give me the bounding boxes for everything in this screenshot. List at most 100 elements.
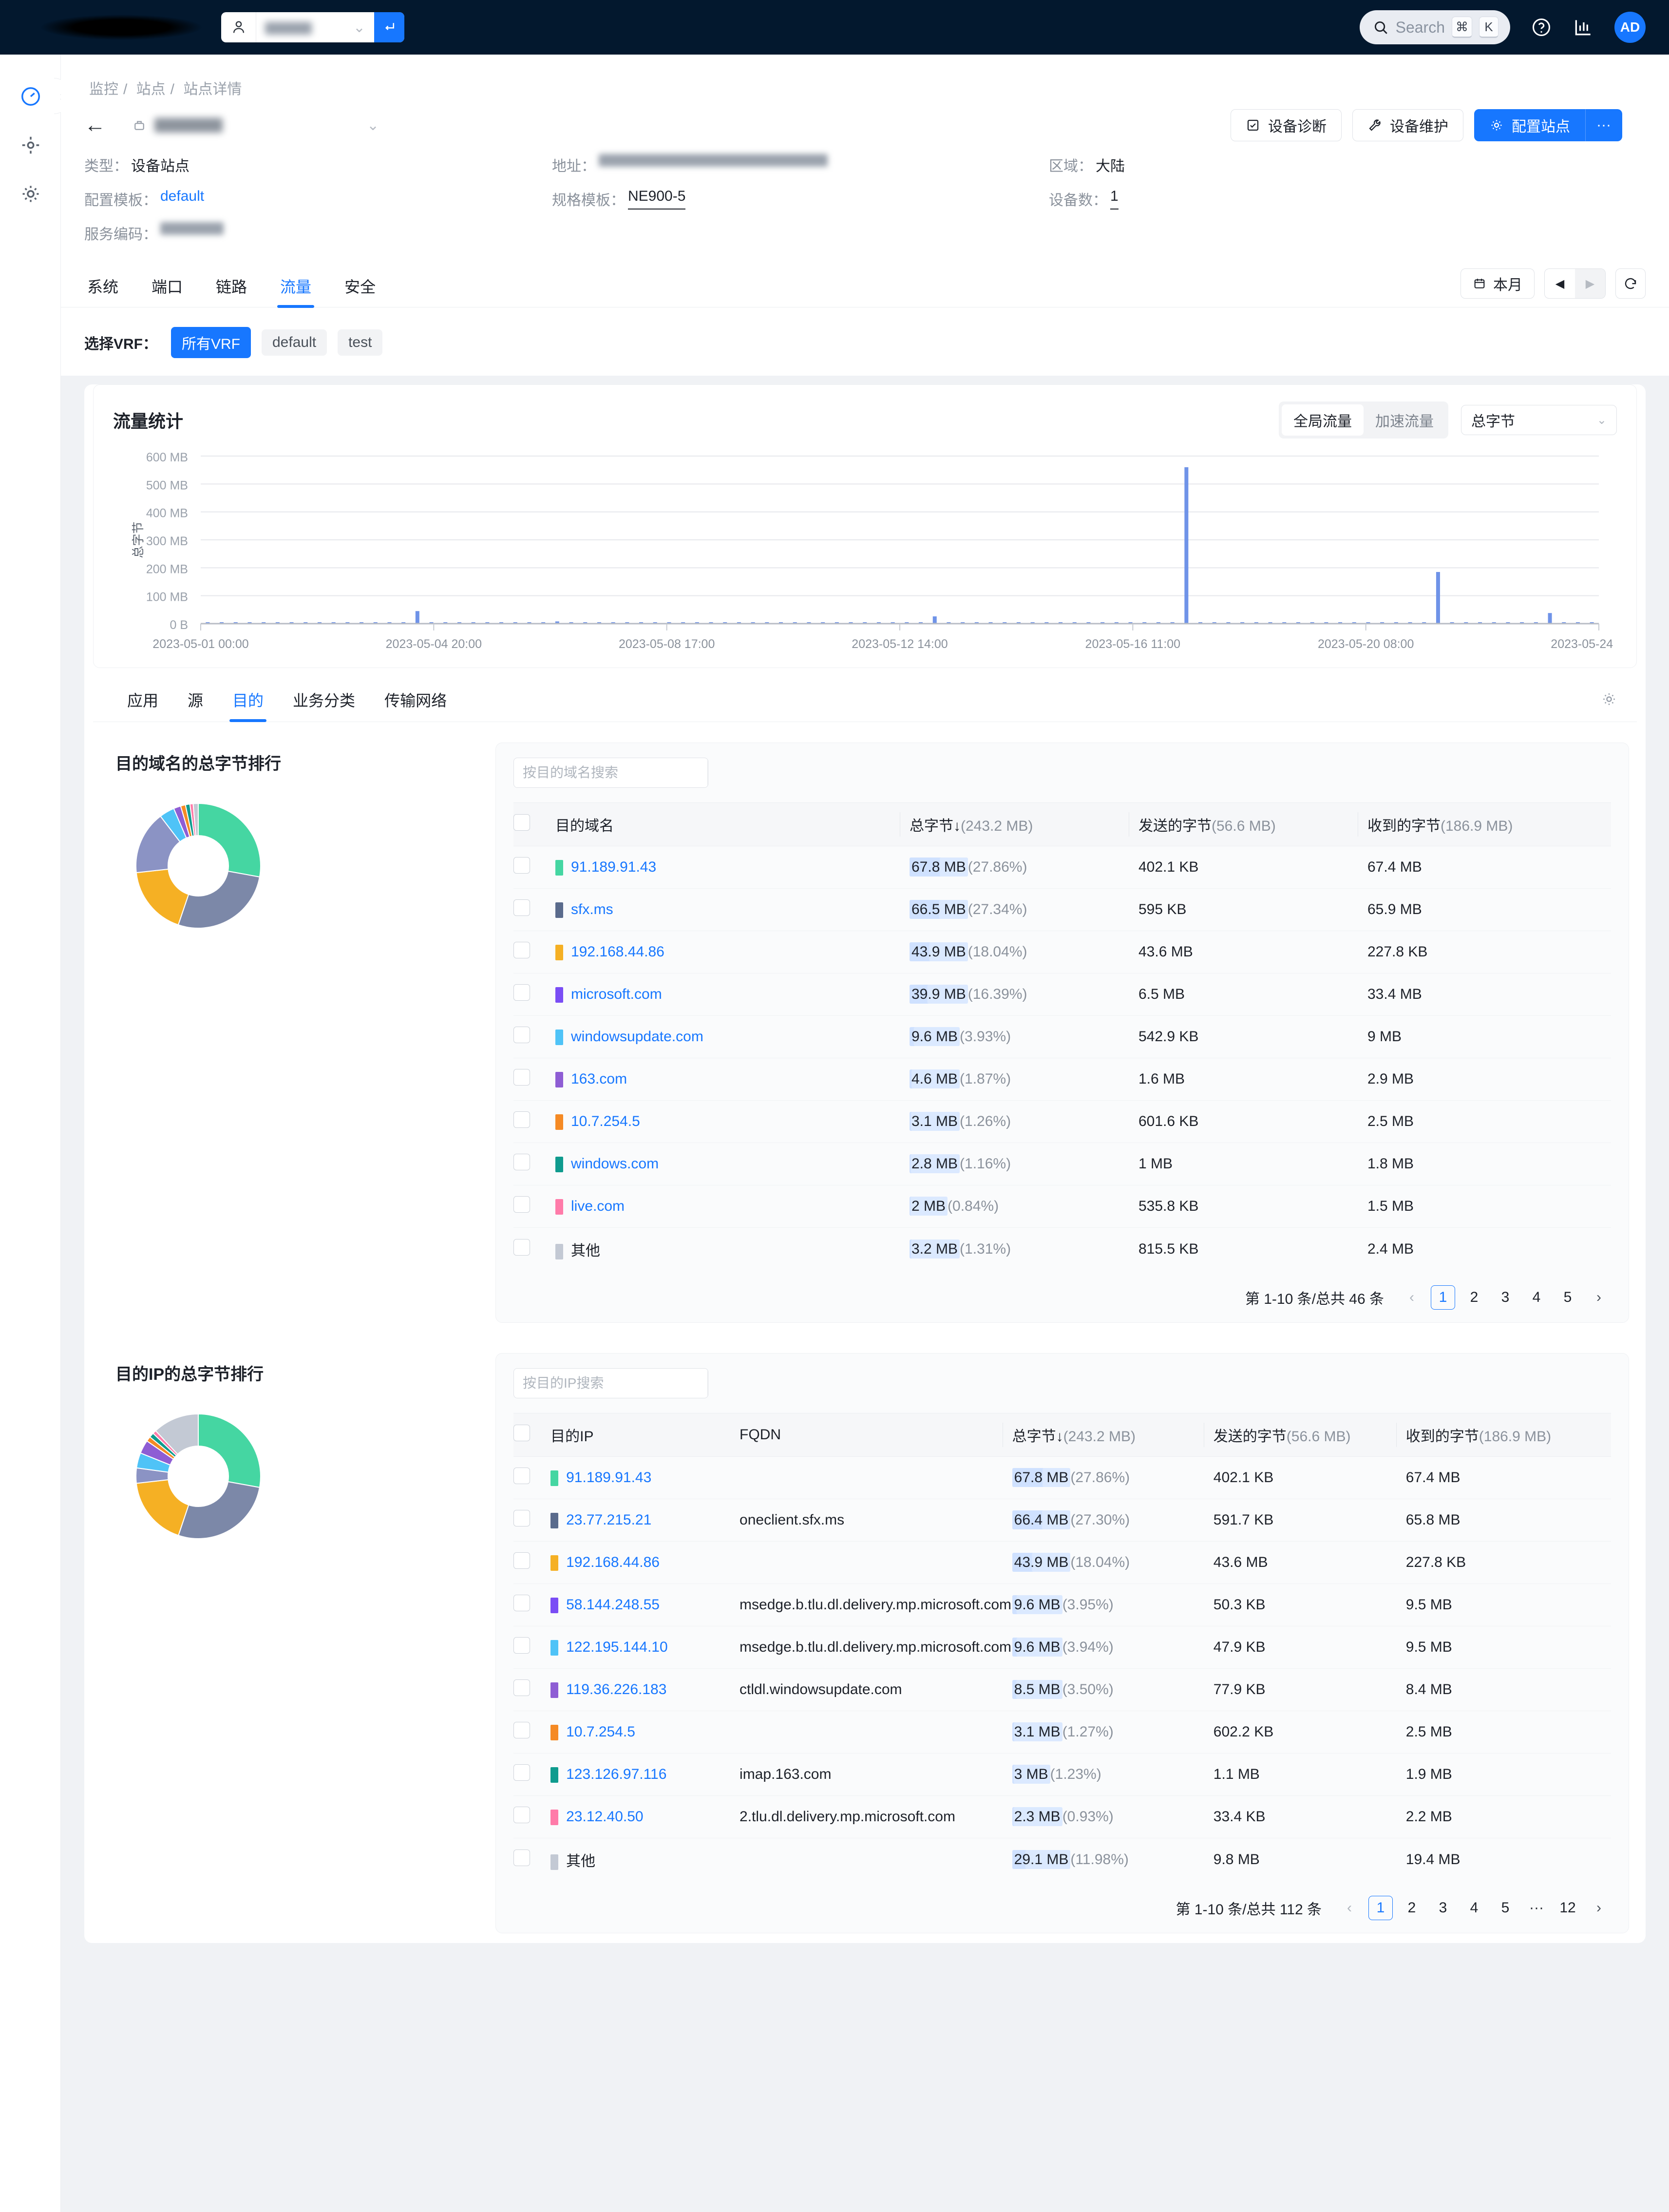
row-name[interactable]: 192.168.44.86 [571, 944, 664, 960]
tenant-selector[interactable]: ⌄ [221, 12, 404, 42]
th-ip-total[interactable]: 总字节↓(243.2 MB) [1002, 1413, 1214, 1457]
configure-site-button[interactable]: 配置站点 [1474, 109, 1586, 141]
row-checkbox[interactable] [513, 1239, 530, 1256]
page-button[interactable]: 2 [1462, 1285, 1486, 1310]
scope-accelerated[interactable]: 加速流量 [1364, 404, 1445, 436]
table-row[interactable]: 58.144.248.55 msedge.b.tlu.dl.delivery.mp… [513, 1583, 1611, 1626]
refresh-button[interactable] [1615, 268, 1646, 299]
domain-search-input[interactable] [514, 758, 707, 787]
table-row[interactable]: 91.189.91.43 67.8 MB (27.86%) 402.1 KB 67.4 … [513, 1456, 1611, 1499]
th-domain-sent[interactable]: 发送的字节(56.6 MB) [1129, 802, 1367, 846]
page-button[interactable]: 4 [1462, 1896, 1486, 1920]
domain-search-button[interactable] [707, 758, 708, 787]
page-button[interactable]: 4 [1524, 1285, 1549, 1310]
next-period-button[interactable]: ▶ [1575, 269, 1605, 298]
more-actions-button[interactable]: ··· [1585, 109, 1622, 141]
table-row[interactable]: 10.7.254.5 3.1 MB (1.26%) 601.6 KB 2.5 MB [513, 1100, 1611, 1143]
th-fqdn[interactable]: FQDN [740, 1413, 1012, 1457]
page-button[interactable]: 12 [1555, 1896, 1580, 1920]
row-name[interactable]: windows.com [571, 1156, 659, 1172]
select-all-checkbox[interactable] [513, 814, 530, 831]
prev-period-button[interactable]: ◀ [1545, 269, 1575, 298]
row-checkbox[interactable] [513, 942, 530, 958]
timerange-button[interactable]: 本月 [1460, 268, 1535, 299]
breadcrumb-item-0[interactable]: 监控 [89, 81, 118, 97]
page-button[interactable]: 1 [1431, 1285, 1455, 1310]
domain-next-page[interactable]: › [1587, 1285, 1611, 1310]
tab-security[interactable]: 安全 [328, 266, 392, 307]
domain-search[interactable] [513, 758, 708, 788]
breadcrumb-item-1[interactable]: 站点 [136, 81, 166, 97]
row-name[interactable]: 23.12.40.50 [566, 1809, 643, 1825]
row-checkbox[interactable] [513, 1468, 530, 1484]
subtab-application[interactable]: 应用 [113, 681, 173, 722]
table-row[interactable]: 123.126.97.116 imap.163.com 3 MB (1.23%) 1.1… [513, 1753, 1611, 1796]
table-row[interactable]: sfx.ms 66.5 MB (27.34%) 595 KB 65.9 MB [513, 888, 1611, 931]
page-button[interactable]: 3 [1431, 1896, 1455, 1920]
table-row[interactable]: 23.12.40.50 2.tlu.dl.delivery.mp.microsof… [513, 1795, 1611, 1838]
domain-prev-page[interactable]: ‹ [1400, 1285, 1424, 1310]
ip-next-page[interactable]: › [1587, 1896, 1611, 1920]
row-checkbox[interactable] [513, 1111, 530, 1128]
vrf-option-test[interactable]: test [338, 329, 383, 356]
site-selector[interactable]: ⌄ [132, 117, 379, 134]
page-button[interactable]: ··· [1524, 1896, 1549, 1920]
th-ip[interactable]: 目的IP [550, 1413, 740, 1457]
vrf-option-all[interactable]: 所有VRF [171, 327, 251, 358]
row-name[interactable]: windowsupdate.com [571, 1029, 703, 1045]
th-domain-total[interactable]: 总字节↓(243.2 MB) [900, 802, 1138, 846]
page-button[interactable]: 3 [1493, 1285, 1517, 1310]
subtab-transport[interactable]: 传输网络 [370, 681, 461, 722]
table-row[interactable]: 10.7.254.5 3.1 MB (1.27%) 602.2 KB 2.5 MB [513, 1711, 1611, 1754]
table-settings-button[interactable] [1601, 691, 1617, 712]
row-checkbox[interactable] [513, 1764, 530, 1781]
row-checkbox[interactable] [513, 984, 530, 1001]
th-domain[interactable]: 目的域名 [555, 802, 910, 846]
metric-select[interactable]: 总字节 ⌄ [1461, 405, 1617, 435]
ip-search-input[interactable] [514, 1369, 707, 1398]
table-row[interactable]: microsoft.com 39.9 MB (16.39%) 6.5 MB 33.4 M… [513, 973, 1611, 1016]
row-name[interactable]: 23.77.215.21 [566, 1512, 651, 1528]
table-row[interactable]: 122.195.144.10 msedge.b.tlu.dl.delivery.m… [513, 1626, 1611, 1669]
th-ip-recv[interactable]: 收到的字节(186.9 MB) [1396, 1413, 1611, 1457]
row-checkbox[interactable] [513, 899, 530, 916]
row-name[interactable]: 91.189.91.43 [571, 859, 656, 875]
row-checkbox[interactable] [513, 1069, 530, 1086]
meta-config-template-value[interactable]: default [160, 188, 204, 210]
row-name[interactable]: 58.144.248.55 [566, 1597, 660, 1613]
sidebar-item-sites[interactable] [0, 121, 61, 170]
tab-system[interactable]: 系统 [84, 266, 135, 307]
device-maintain-button[interactable]: 设备维护 [1352, 109, 1464, 141]
row-name[interactable]: 122.195.144.10 [566, 1639, 668, 1655]
meta-spec-template-value[interactable]: NE900-5 [628, 188, 686, 210]
table-row[interactable]: windows.com 2.8 MB (1.16%) 1 MB 1.8 MB [513, 1143, 1611, 1185]
row-checkbox[interactable] [513, 1595, 530, 1611]
row-checkbox[interactable] [513, 1807, 530, 1823]
page-button[interactable]: 5 [1555, 1285, 1580, 1310]
row-checkbox[interactable] [513, 1027, 530, 1043]
th-domain-recv[interactable]: 收到的字节(186.9 MB) [1358, 802, 1611, 846]
row-checkbox[interactable] [513, 1154, 530, 1170]
sidebar-item-settings[interactable] [0, 170, 61, 218]
row-checkbox[interactable] [513, 1552, 530, 1569]
select-all-checkbox[interactable] [513, 1425, 530, 1441]
tab-links[interactable]: 链路 [199, 266, 264, 307]
subtab-category[interactable]: 业务分类 [278, 681, 370, 722]
row-checkbox[interactable] [513, 1637, 530, 1654]
scope-global[interactable]: 全局流量 [1282, 404, 1364, 436]
row-name[interactable]: 119.36.226.183 [566, 1681, 666, 1697]
subtab-source[interactable]: 源 [173, 681, 218, 722]
avatar[interactable]: AD [1614, 12, 1646, 43]
device-diagnose-button[interactable]: 设备诊断 [1231, 109, 1342, 141]
row-checkbox[interactable] [513, 1196, 530, 1213]
table-row[interactable]: 119.36.226.183 ctldl.windowsupdate.com 8.5… [513, 1668, 1611, 1711]
row-name[interactable]: 163.com [571, 1071, 627, 1087]
row-checkbox[interactable] [513, 1850, 530, 1866]
row-checkbox[interactable] [513, 1722, 530, 1738]
table-row[interactable]: 其他 3.2 MB (1.31%) 815.5 KB 2.4 MB [513, 1228, 1611, 1271]
tab-ports[interactable]: 端口 [135, 266, 199, 307]
table-row[interactable]: 其他 29.1 MB (11.98%) 9.8 MB 19.4 MB [513, 1838, 1611, 1882]
analytics-icon[interactable] [1573, 17, 1594, 38]
sidebar-item-monitor[interactable] [0, 72, 61, 121]
search-input[interactable]: Search ⌘ K [1359, 10, 1510, 44]
